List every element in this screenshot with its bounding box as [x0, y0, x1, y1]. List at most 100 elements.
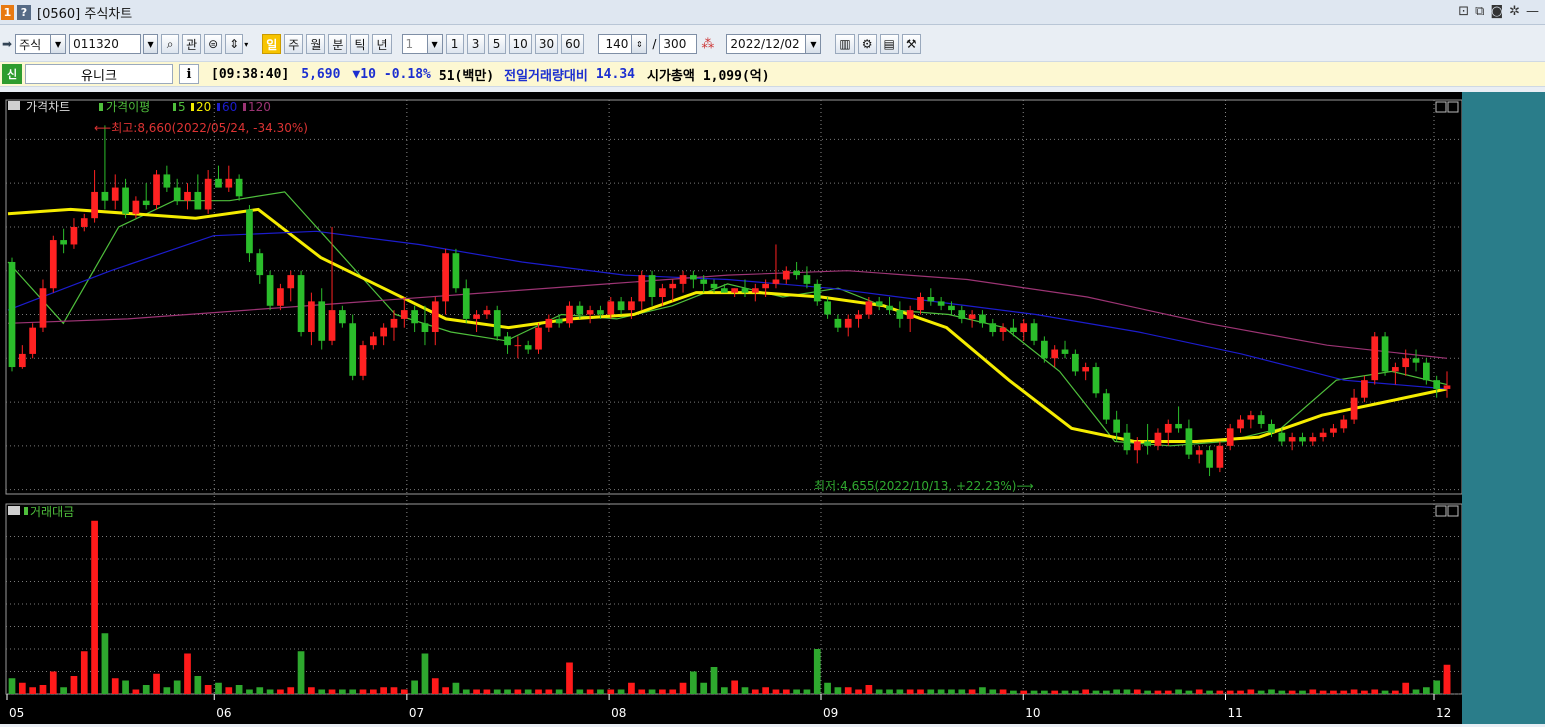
ma-period-120: 120	[248, 100, 271, 114]
search-button[interactable]: ⌕	[161, 34, 180, 54]
save-icon[interactable]: ▤	[879, 34, 899, 54]
candle-body	[442, 253, 449, 302]
candle-body	[782, 270, 790, 280]
volume-bar	[514, 689, 522, 694]
volume-bar	[720, 687, 728, 694]
ma-period-5: 5	[178, 100, 186, 114]
market-select[interactable]: 주식 ▼	[15, 34, 67, 54]
candle-body	[576, 305, 584, 315]
indicator-settings-icon[interactable]: ⚙	[857, 34, 877, 54]
spin-updown-icon[interactable]: ⇕	[225, 34, 244, 54]
total-count-input[interactable]: 300	[659, 34, 698, 54]
period-tick-button[interactable]: 틱	[350, 34, 370, 54]
volume-bar	[948, 689, 955, 694]
period-year-button[interactable]: 년	[372, 34, 392, 54]
volume-bar	[339, 689, 346, 694]
candle-body	[173, 187, 181, 201]
period-day-button[interactable]: 일	[262, 34, 282, 54]
range-settings-icon[interactable]: ⁂	[701, 37, 714, 52]
candle-body	[1350, 397, 1358, 420]
volume-bar	[1185, 690, 1193, 694]
watchlist-button[interactable]: 관	[182, 34, 202, 54]
interval-5-button[interactable]: 5	[487, 34, 506, 54]
help-button[interactable]: ?	[17, 4, 31, 20]
volume-bar	[400, 689, 408, 694]
candle-body	[39, 288, 47, 328]
volume-bar	[318, 689, 326, 694]
volume-bar	[101, 633, 109, 694]
count-spinner[interactable]: ⇕	[632, 34, 648, 54]
candle-body	[504, 336, 511, 346]
volume-bar	[473, 689, 480, 694]
volume-bar	[638, 689, 646, 694]
price-pane-frame	[5, 99, 1463, 495]
candle-body	[153, 174, 160, 206]
candle-body	[989, 323, 997, 333]
bar-count-input[interactable]: 140	[598, 34, 633, 54]
chart-type-icon[interactable]: ▥	[835, 34, 855, 54]
candle-body	[1257, 415, 1265, 424]
date-picker[interactable]: 2022/12/02 ▼	[726, 34, 822, 54]
candle-body	[359, 345, 367, 376]
candle-body	[896, 310, 904, 319]
volume-bar	[1330, 690, 1337, 694]
volume-bar	[886, 689, 893, 694]
stock-name-field[interactable]: 유니크	[25, 64, 173, 84]
candle-body	[1144, 441, 1151, 446]
volume-bar	[1433, 680, 1441, 694]
candle-body	[834, 318, 842, 328]
candle-body	[163, 174, 171, 188]
chevron-down-icon[interactable]: ▼	[51, 34, 67, 54]
candle-body	[1443, 385, 1451, 389]
candle-body	[1092, 367, 1100, 394]
interval-30-button[interactable]: 30	[534, 34, 559, 54]
interval-1-button[interactable]: 1	[445, 34, 464, 54]
volume-bar	[29, 687, 37, 694]
copy-icon[interactable]: ⧉	[1475, 4, 1484, 19]
pin-icon[interactable]: ⊡	[1458, 4, 1469, 19]
link-arrow-icon[interactable]: ➡	[2, 37, 12, 51]
axis-labels: 8,5008,0007,5007,0006,5006,0005,5005,000…	[6, 132, 1540, 720]
minimize-icon[interactable]: —	[1526, 4, 1539, 19]
volume-bar	[1010, 690, 1017, 694]
volume-bar	[1309, 689, 1317, 694]
chart-area[interactable]: 8,5008,0007,5007,0006,5006,0005,5005,000…	[0, 92, 1545, 724]
volume-bar	[204, 685, 212, 694]
code-dropdown-button[interactable]: ▼	[143, 34, 159, 54]
volume-pane	[8, 520, 1451, 694]
volume-bar	[349, 689, 357, 694]
chevron-down-icon[interactable]: ▼	[427, 34, 443, 54]
interval-select[interactable]: 1 ▼	[401, 34, 443, 54]
interval-3-button[interactable]: 3	[466, 34, 485, 54]
calendar-dropdown-icon[interactable]: ▼	[806, 34, 822, 54]
candle-body	[1051, 349, 1059, 359]
stock-code-input[interactable]: 011320	[69, 34, 142, 54]
window-number-badge[interactable]: 1	[1, 4, 14, 20]
camera-icon[interactable]: ◙	[1490, 4, 1503, 19]
order-icon[interactable]: ⊜	[204, 34, 223, 54]
candle-body	[566, 305, 573, 324]
candle-body	[1041, 340, 1048, 359]
candle-body	[204, 178, 212, 210]
volume-bar	[710, 667, 718, 694]
volume-bar	[824, 682, 831, 694]
volume-bar	[659, 689, 666, 694]
interval-60-button[interactable]: 60	[561, 34, 585, 54]
month-label: 07	[409, 706, 424, 720]
candle-body	[1309, 437, 1317, 442]
candle-body	[1299, 437, 1306, 442]
gear-icon[interactable]: ✲	[1509, 4, 1520, 19]
info-button[interactable]: i	[179, 64, 199, 84]
candle-body	[937, 301, 945, 306]
tools-icon[interactable]: ⚒	[901, 34, 921, 54]
volume-bar	[751, 689, 759, 694]
period-minute-button[interactable]: 분	[328, 34, 348, 54]
period-month-button[interactable]: 월	[306, 34, 326, 54]
period-week-button[interactable]: 주	[284, 34, 304, 54]
candle-body	[803, 275, 811, 284]
volume-bar	[173, 680, 181, 694]
stock-chart[interactable]: 8,5008,0007,5007,0006,5006,0005,5005,000…	[0, 92, 1545, 724]
candle-body	[1102, 393, 1110, 420]
chevron-down-icon[interactable]: ▾	[244, 40, 248, 49]
interval-10-button[interactable]: 10	[508, 34, 532, 54]
